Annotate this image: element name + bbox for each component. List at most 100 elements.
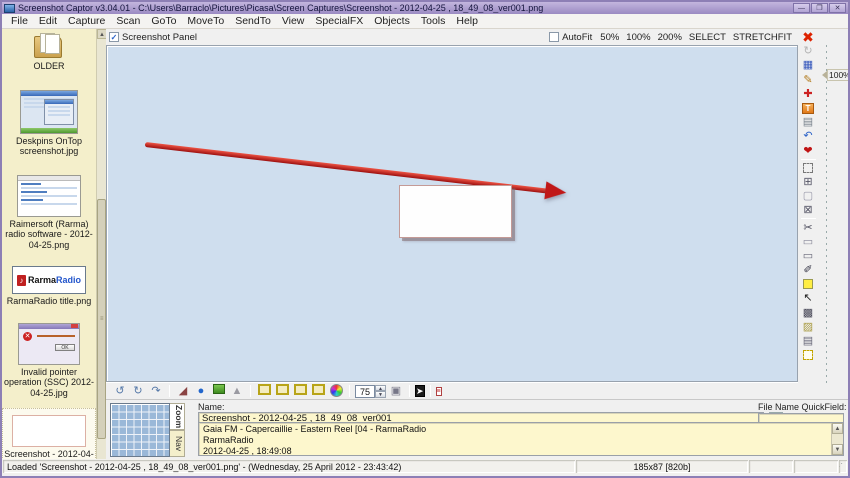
border-edge-icon-1[interactable] (256, 384, 272, 398)
special-capture-icon[interactable]: ❤ (800, 144, 817, 158)
resize-grip-icon[interactable]: ⋰ (839, 460, 847, 473)
zoom-100-link[interactable]: 100% (626, 32, 650, 43)
screenshot-panel-label: Screenshot Panel (122, 31, 197, 43)
comment-scroll-up-icon[interactable]: ▲ (832, 423, 843, 434)
zoom-preview-grid[interactable] (110, 403, 170, 457)
zoom-slider-knob[interactable]: 100% (822, 69, 848, 81)
white-rectangle-object[interactable] (399, 185, 512, 238)
menu-sendto[interactable]: SendTo (230, 15, 276, 27)
menu-moveto[interactable]: MoveTo (182, 15, 229, 27)
zoom-200-link[interactable]: 200% (658, 32, 682, 43)
page-doc-icon[interactable]: ≡ (435, 384, 442, 398)
tab-zoom[interactable]: Zoom (170, 403, 185, 430)
maximize-button[interactable]: ❐ (811, 3, 828, 13)
right-toolbar: ✖ ↻ ▦ ✎ ✚ T ▤ ↶ ❤ ⊞ ▢ ⊠ ✂ ▭ ▭ ✐ ↖ ▩ ▨ ▤ (798, 30, 818, 392)
minimize-button[interactable]: — (793, 3, 810, 13)
spinner-down-icon[interactable]: ▼ (375, 391, 386, 398)
image-canvas[interactable] (106, 45, 798, 382)
button-object-icon[interactable]: ▭ (800, 235, 817, 249)
folder-icon (32, 33, 66, 59)
file-detail-panel: Zoom Nav Name: Screenshot - 2012-04-25 ,… (106, 399, 848, 459)
thumbnail-raimersoft[interactable]: Raimersoft (Rarma) radio software - 2012… (2, 173, 96, 253)
add-file-icon[interactable]: ✚ (800, 87, 817, 101)
thumbnail-image (12, 415, 86, 447)
menu-goto[interactable]: GoTo (146, 15, 181, 27)
thumbnail-error-dialog[interactable]: ✕ OK Invalid pointer operation (SSC) 201… (2, 321, 96, 401)
quickfield-label: File Name QuickField: (758, 402, 847, 412)
frame-icon[interactable]: ▣ (388, 384, 404, 398)
tab-nav[interactable]: Nav (170, 430, 185, 457)
image-object-light-icon[interactable]: ▨ (800, 320, 817, 334)
zoom-select-link[interactable]: SELECT (689, 32, 726, 43)
rotate-arbitrary-icon[interactable]: ↷ (148, 384, 164, 398)
zoom-stretchfit-link[interactable]: STRETCHFIT (733, 32, 792, 43)
crop-icon[interactable]: ✂ (800, 220, 817, 234)
menu-scan[interactable]: Scan (111, 15, 145, 27)
expand-canvas-icon[interactable]: ⊞ (800, 175, 817, 189)
splice-icon[interactable]: ▤ (800, 334, 817, 348)
pyramid-icon[interactable]: ▲ (229, 384, 245, 398)
menu-capture[interactable]: Capture (63, 15, 110, 27)
menu-tools[interactable]: Tools (416, 15, 451, 27)
comment-scrollbar[interactable]: ▲ ▼ (831, 423, 843, 455)
screenshot-panel-checkbox[interactable]: ✓ (109, 32, 119, 42)
thumbnail-current-selected[interactable]: Screenshot - 2012-04-25 , 18_49_08_ver00… (2, 408, 96, 459)
autofit-checkbox[interactable] (549, 32, 560, 42)
size-spinner-value[interactable]: 75 (355, 384, 375, 398)
thumbnail-rarmaradio[interactable]: ♪ RarmaRadio RarmaRadio title.png (2, 264, 96, 309)
border-edge-icon-3[interactable] (292, 384, 308, 398)
pen-tool-icon[interactable]: ✐ (800, 263, 817, 277)
edit-image-icon[interactable]: ✎ (800, 73, 817, 87)
image-object-dark-icon[interactable]: ▩ (800, 306, 817, 320)
screenshot-captor-window: Screenshot Captor v3.04.01 - C:\Users\Ba… (0, 0, 850, 478)
deskew-icon[interactable]: ◢ (175, 384, 191, 398)
globe-icon[interactable]: ● (193, 384, 209, 398)
menu-specialfx[interactable]: SpecialFX (310, 15, 368, 27)
app-icon (4, 3, 15, 13)
color-wheel-icon[interactable] (328, 384, 344, 398)
clear-region-icon[interactable]: ⊠ (800, 203, 817, 217)
rotate-left-icon[interactable]: ↺ (112, 384, 128, 398)
menu-help[interactable]: Help (451, 15, 483, 27)
comment-scroll-down-icon[interactable]: ▼ (832, 444, 843, 455)
save-icon[interactable]: ▦ (800, 58, 817, 72)
status-image-size: 185x87 [820b] (576, 460, 748, 473)
size-spinner: 75 ▲ ▼ (355, 384, 386, 398)
monitor-icon[interactable] (211, 384, 227, 398)
color-picker-icon[interactable]: ↖ (800, 291, 817, 305)
undo-icon[interactable]: ↶ (800, 129, 817, 143)
border-edge-icon-2[interactable] (274, 384, 290, 398)
folder-item-older[interactable]: OLDER (2, 29, 96, 74)
folder-label: OLDER (33, 61, 65, 71)
select-region-icon[interactable] (800, 161, 817, 175)
print-icon[interactable]: ▤ (800, 115, 817, 129)
autofit-label: AutoFit (562, 31, 593, 43)
thumbnail-panel: OLDER Deskpins OnTop screenshot.jpg Raim… (2, 29, 106, 459)
comment-box[interactable]: Gaia FM - Capercaillie - Eastern Reel [0… (198, 422, 844, 456)
refresh-icon[interactable]: ↻ (800, 44, 817, 58)
text-tool-icon[interactable]: T (800, 101, 817, 115)
thumbnail-deskpins[interactable]: Deskpins OnTop screenshot.jpg (2, 88, 96, 159)
cursor-tool-icon[interactable]: ➤ (415, 384, 425, 398)
border-edge-icon-4[interactable] (310, 384, 326, 398)
button-object-pressed-icon[interactable]: ▭ (800, 249, 817, 263)
menu-file[interactable]: File (6, 15, 33, 27)
menu-bar: File Edit Capture Scan GoTo MoveTo SendT… (2, 14, 848, 29)
selection-frame-icon[interactable] (800, 348, 817, 362)
rotate-right-icon[interactable]: ↻ (130, 384, 146, 398)
zoom-slider[interactable]: 100% (822, 45, 848, 390)
highlight-color-swatch[interactable] (800, 277, 817, 291)
window-title: Screenshot Captor v3.04.01 - C:\Users\Ba… (18, 3, 544, 13)
menu-edit[interactable]: Edit (34, 15, 62, 27)
scrollbar-thumb[interactable]: ≡ (97, 199, 106, 439)
sidebar-scrollbar[interactable]: ▲ ≡ (96, 29, 107, 459)
name-label: Name: (198, 402, 225, 412)
menu-view[interactable]: View (277, 15, 310, 27)
zoom-50-link[interactable]: 50% (600, 32, 619, 43)
blank-image-icon[interactable]: ▢ (800, 189, 817, 203)
status-cell-empty-1 (749, 460, 793, 473)
delete-icon[interactable]: ✖ (800, 30, 817, 44)
arrowhead (544, 181, 568, 202)
close-button[interactable]: ✕ (829, 3, 846, 13)
menu-objects[interactable]: Objects (369, 15, 415, 27)
